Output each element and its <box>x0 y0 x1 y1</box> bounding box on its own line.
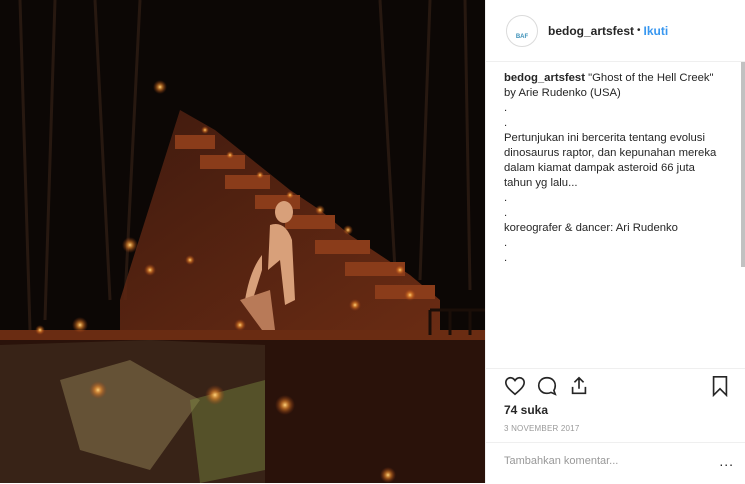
caption-line: Pertunjukan ini bercerita tentang evolus… <box>504 132 717 189</box>
comment-icon[interactable] <box>536 375 558 402</box>
comment-input[interactable] <box>504 455 704 467</box>
action-bar <box>486 368 745 369</box>
caption-line: . <box>504 237 508 249</box>
caption-scrollbar[interactable] <box>741 62 745 267</box>
post-date: 3 NOVEMBER 2017 <box>504 424 580 433</box>
follow-button[interactable]: Ikuti <box>644 24 669 38</box>
caption-line: . <box>504 207 508 219</box>
caption-line: . <box>504 102 508 114</box>
caption-line: . <box>504 192 508 204</box>
share-icon[interactable] <box>568 375 590 402</box>
post-container: BAF bedog_artsfest • Ikuti bedog_artsfes… <box>0 0 745 483</box>
caption-line: . <box>504 252 508 264</box>
separator-dot: • <box>637 25 641 36</box>
performance-photo <box>0 0 485 483</box>
caption-line: koreografer & dancer: Ari Rudenko <box>504 222 678 234</box>
username-link[interactable]: bedog_artsfest <box>548 24 634 38</box>
comment-bar: ... <box>486 442 745 484</box>
avatar-logo-text: BAF <box>515 33 529 40</box>
likes-count[interactable]: 74 suka <box>504 403 548 417</box>
heart-icon[interactable] <box>504 375 526 402</box>
post-image[interactable] <box>0 0 485 483</box>
more-options-icon[interactable]: ... <box>719 453 734 469</box>
caption: bedog_artsfest "Ghost of the Hell Creek"… <box>504 71 719 266</box>
avatar[interactable]: BAF <box>506 14 538 47</box>
bookmark-icon[interactable] <box>710 375 730 402</box>
post-header: BAF bedog_artsfest • Ikuti <box>486 0 745 62</box>
post-sidebar: BAF bedog_artsfest • Ikuti bedog_artsfes… <box>485 0 745 483</box>
caption-line: . <box>504 117 508 129</box>
caption-username[interactable]: bedog_artsfest <box>504 72 585 84</box>
